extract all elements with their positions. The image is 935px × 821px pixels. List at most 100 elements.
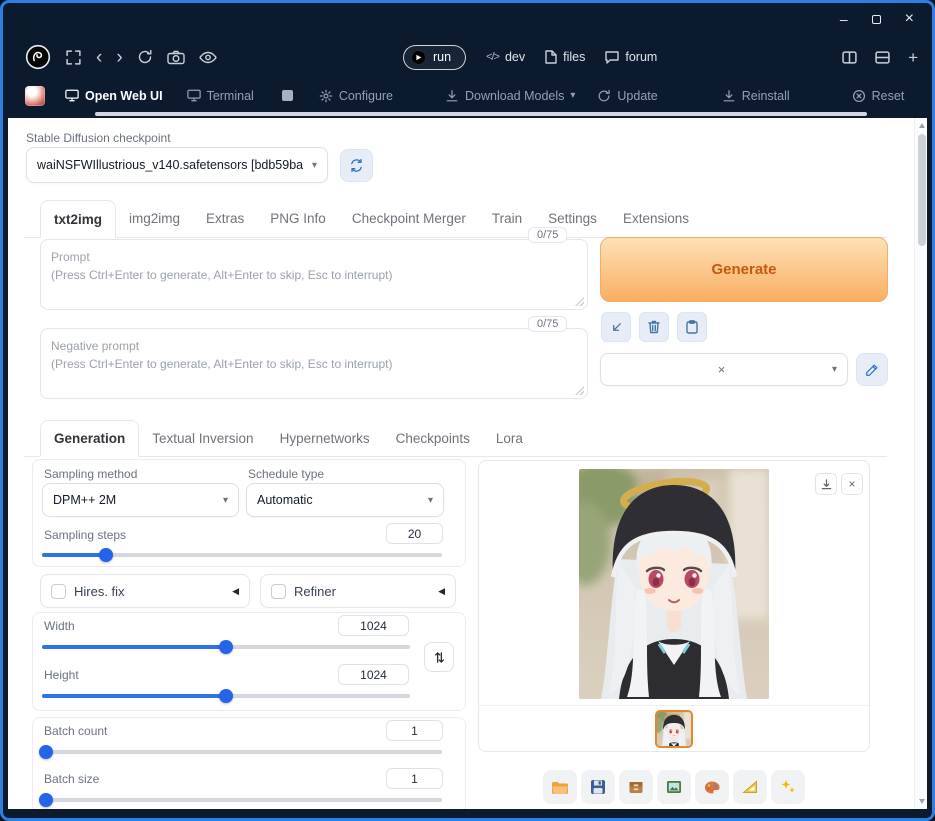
tab-checkpoint-merger[interactable]: Checkpoint Merger	[339, 200, 479, 237]
batch-size-input[interactable]: 1	[386, 768, 443, 789]
files-button[interactable]: files	[545, 50, 585, 64]
pinokio-logo[interactable]	[25, 44, 51, 70]
fullscreen-icon[interactable]	[65, 49, 82, 66]
content-scrollbar[interactable]	[914, 118, 927, 809]
chevron-down-icon[interactable]: ▾	[826, 364, 837, 375]
edit-styles-button[interactable]	[856, 353, 888, 386]
width-input[interactable]: 1024	[338, 615, 409, 636]
tab-img2img[interactable]: img2img	[116, 200, 193, 237]
scrollbar-thumb[interactable]	[917, 134, 926, 246]
slider-thumb[interactable]	[39, 793, 53, 807]
apply-styles-button[interactable]	[677, 312, 707, 342]
maximize-icon	[871, 15, 881, 24]
close-gallery-button[interactable]: ×	[841, 473, 863, 495]
chevron-down-icon: ▾	[427, 494, 433, 506]
styles-dropdown[interactable]: × ▾	[600, 353, 848, 386]
webui-content: Stable Diffusion checkpoint waiNSFWIllus…	[8, 118, 927, 809]
hires-fix-checkbox[interactable]	[51, 583, 66, 599]
reload-icon[interactable]	[137, 49, 153, 65]
batch-size-slider[interactable]	[39, 793, 442, 807]
clear-prompt-button[interactable]	[639, 312, 669, 342]
negative-prompt-token-counter: 0/75	[528, 316, 568, 332]
titlebar: – ×	[3, 3, 932, 35]
close-button[interactable]: ×	[905, 11, 914, 27]
run-button[interactable]: run	[403, 44, 467, 70]
save-zip-button[interactable]	[619, 770, 653, 804]
tab-txt2img[interactable]: txt2img	[40, 200, 117, 238]
generated-image[interactable]	[579, 469, 769, 699]
checkpoint-dropdown[interactable]: waiNSFWIllustrious_v140.safetensors [bdb…	[26, 147, 328, 183]
download-image-button[interactable]	[815, 473, 837, 495]
tab-generation[interactable]: Generation	[40, 420, 140, 457]
send-to-img2img-button[interactable]	[657, 770, 691, 804]
tab-checkpoints[interactable]: Checkpoints	[383, 420, 483, 456]
width-slider[interactable]	[42, 640, 410, 654]
split-columns-icon[interactable]	[842, 50, 857, 64]
height-input[interactable]: 1024	[338, 664, 409, 685]
forward-icon[interactable]: ›	[116, 48, 122, 67]
eye-icon[interactable]	[198, 51, 217, 64]
swap-dimensions-button[interactable]	[424, 642, 454, 672]
send-to-extras-button[interactable]	[733, 770, 767, 804]
batch-count-label: Batch count	[44, 724, 108, 738]
sampling-steps-input[interactable]: 20	[386, 523, 443, 544]
sampling-method-dropdown[interactable]: DPM++ 2M ▾	[42, 483, 239, 517]
tab-extensions[interactable]: Extensions	[610, 200, 702, 237]
slider-thumb[interactable]	[219, 689, 233, 703]
tab-textual-inversion[interactable]: Textual Inversion	[139, 420, 266, 456]
open-folder-button[interactable]	[543, 770, 577, 804]
sampling-method-label: Sampling method	[44, 467, 138, 481]
tab-train[interactable]: Train	[479, 200, 535, 237]
prompt-input[interactable]: Prompt (Press Ctrl+Enter to generate, Al…	[40, 239, 588, 310]
tab-update[interactable]: Update	[597, 89, 658, 103]
tab-reinstall[interactable]: Reinstall	[722, 89, 790, 103]
refresh-checkpoint-button[interactable]	[340, 149, 373, 182]
accordion-arrow-icon[interactable]: ◀	[438, 586, 445, 597]
paste-params-button[interactable]	[601, 312, 631, 342]
batch-count-input[interactable]: 1	[386, 720, 443, 741]
slider-thumb[interactable]	[99, 548, 113, 562]
refiner-accordion[interactable]: Refiner ◀	[260, 574, 456, 608]
split-rows-icon[interactable]	[875, 50, 890, 64]
tab-configure[interactable]: Configure	[319, 89, 393, 103]
forum-button[interactable]: forum	[605, 50, 657, 64]
height-slider[interactable]	[42, 689, 410, 703]
tab-hypernetworks[interactable]: Hypernetworks	[267, 420, 383, 456]
sampling-steps-slider[interactable]	[42, 548, 442, 562]
tab-download-models[interactable]: Download Models ▾	[445, 89, 575, 103]
clear-styles-icon[interactable]: ×	[712, 362, 726, 377]
output-gallery: ×	[478, 460, 870, 752]
scroll-up-icon[interactable]	[918, 123, 925, 128]
slider-thumb[interactable]	[39, 745, 53, 759]
slider-thumb[interactable]	[219, 640, 233, 654]
schedule-type-dropdown[interactable]: Automatic ▾	[246, 483, 444, 517]
maximize-button[interactable]	[871, 12, 881, 26]
upscale-button[interactable]	[771, 770, 805, 804]
accordion-arrow-icon[interactable]: ◀	[232, 586, 239, 597]
stop-button[interactable]	[281, 90, 293, 101]
hires-fix-accordion[interactable]: Hires. fix ◀	[40, 574, 250, 608]
gallery-thumbnail[interactable]	[655, 709, 693, 748]
batch-count-slider[interactable]	[39, 745, 442, 759]
send-to-inpaint-button[interactable]	[695, 770, 729, 804]
tabbar-scrollbar[interactable]	[95, 112, 867, 116]
tab-lora[interactable]: Lora	[483, 420, 536, 456]
tab-open-web-ui[interactable]: Open Web UI	[65, 89, 163, 103]
refiner-checkbox[interactable]	[271, 583, 286, 599]
tab-terminal[interactable]: Terminal	[186, 89, 254, 103]
tab-reset[interactable]: Reset	[852, 89, 904, 103]
camera-icon[interactable]	[166, 50, 185, 65]
minimize-button[interactable]: –	[840, 12, 848, 26]
new-tab-icon[interactable]: +	[908, 49, 918, 66]
sampling-steps-label: Sampling steps	[44, 528, 127, 542]
back-icon[interactable]: ‹	[96, 48, 102, 67]
tab-png-info[interactable]: PNG Info	[257, 200, 339, 237]
prompt-tools	[601, 312, 707, 342]
negative-prompt-input[interactable]: Negative prompt (Press Ctrl+Enter to gen…	[40, 328, 588, 399]
save-image-button[interactable]	[581, 770, 615, 804]
gallery-thumbnail-strip	[479, 705, 869, 751]
tab-extras[interactable]: Extras	[193, 200, 257, 237]
generate-button[interactable]: Generate	[600, 237, 888, 302]
dev-button[interactable]: </> dev	[486, 50, 525, 64]
scroll-down-icon[interactable]	[918, 799, 925, 804]
